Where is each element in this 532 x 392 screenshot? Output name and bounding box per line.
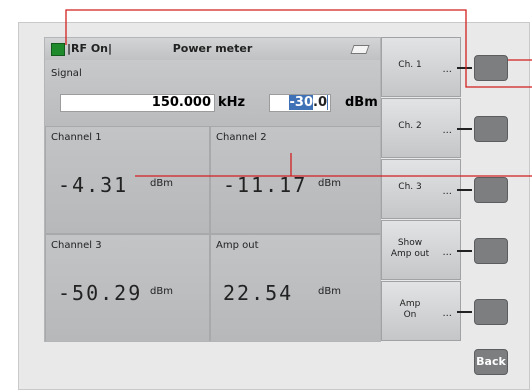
window-title: Power meter bbox=[172, 42, 253, 55]
softkey-column: Ch. 1 ... Ch. 2 ... Ch. 3 ... Show Amp o… bbox=[381, 37, 461, 342]
hardware-button-3[interactable] bbox=[474, 177, 508, 203]
softkey-label: Show Amp out bbox=[390, 238, 430, 259]
level-value-selected: .0 bbox=[313, 95, 327, 110]
channel-label: Channel 2 bbox=[216, 132, 267, 143]
channel-label: Channel 3 bbox=[51, 240, 102, 251]
hardware-button-4[interactable] bbox=[474, 238, 508, 264]
channel-label: Channel 1 bbox=[51, 132, 102, 143]
channel-value: 22.54 bbox=[223, 281, 294, 305]
softkey-connector bbox=[457, 311, 472, 313]
more-icon: ... bbox=[442, 308, 452, 319]
channel-value: -50.29 bbox=[58, 281, 143, 305]
hardware-button-5[interactable] bbox=[474, 299, 508, 325]
more-icon: ... bbox=[442, 125, 452, 136]
level-value: -30.0 bbox=[288, 95, 328, 110]
softkey-label: Ch. 3 bbox=[398, 182, 422, 192]
title-bar: |RF On| Power meter bbox=[45, 38, 380, 60]
level-value-prefix: -30 bbox=[289, 95, 314, 110]
softkey-connector bbox=[457, 189, 472, 191]
more-icon: ... bbox=[442, 247, 452, 258]
frequency-input[interactable]: 150.000 bbox=[60, 94, 215, 112]
amp-out-panel: Amp out 22.54 dBm bbox=[210, 234, 380, 341]
power-meter-screen: |RF On| Power meter Signal 150.000 kHz -… bbox=[44, 37, 381, 342]
channel-unit: dBm bbox=[318, 286, 341, 297]
softkey-connector bbox=[457, 67, 472, 69]
signal-label: Signal bbox=[51, 68, 82, 79]
level-input[interactable]: -30.0 bbox=[269, 94, 331, 112]
more-icon: ... bbox=[442, 64, 452, 75]
softkey-label: Ch. 2 bbox=[398, 121, 422, 131]
softkey-ch3[interactable]: Ch. 3 ... bbox=[381, 159, 461, 219]
softkey-label: Amp On bbox=[399, 299, 421, 320]
softkey-show-amp-out[interactable]: Show Amp out ... bbox=[381, 220, 461, 280]
softkey-amp-on[interactable]: Amp On ... bbox=[381, 281, 461, 341]
softkey-label: Ch. 1 bbox=[398, 60, 422, 70]
softkey-ch1[interactable]: Ch. 1 ... bbox=[381, 37, 461, 97]
softkey-connector bbox=[457, 128, 472, 130]
hardware-button-2[interactable] bbox=[474, 116, 508, 142]
more-icon: ... bbox=[442, 186, 452, 197]
channel-3-panel: Channel 3 -50.29 dBm bbox=[45, 234, 210, 341]
channel-value: -4.31 bbox=[58, 173, 129, 197]
hardware-button-1[interactable] bbox=[474, 55, 508, 81]
channel-unit: dBm bbox=[150, 178, 173, 189]
signal-panel: Signal 150.000 kHz -30.0 dBm bbox=[45, 60, 380, 127]
back-button[interactable]: Back bbox=[474, 349, 508, 375]
channel-label: Amp out bbox=[216, 240, 259, 251]
frequency-unit: kHz bbox=[218, 95, 246, 110]
softkey-ch2[interactable]: Ch. 2 ... bbox=[381, 98, 461, 158]
channel-value: -11.17 bbox=[223, 173, 308, 197]
channel-unit: dBm bbox=[150, 286, 173, 297]
softkey-connector bbox=[457, 250, 472, 252]
channel-unit: dBm bbox=[318, 178, 341, 189]
window-icon bbox=[350, 45, 370, 54]
channel-1-panel: Channel 1 -4.31 dBm bbox=[45, 126, 210, 234]
level-unit: dBm bbox=[345, 95, 378, 110]
channel-2-panel: Channel 2 -11.17 dBm bbox=[210, 126, 380, 234]
